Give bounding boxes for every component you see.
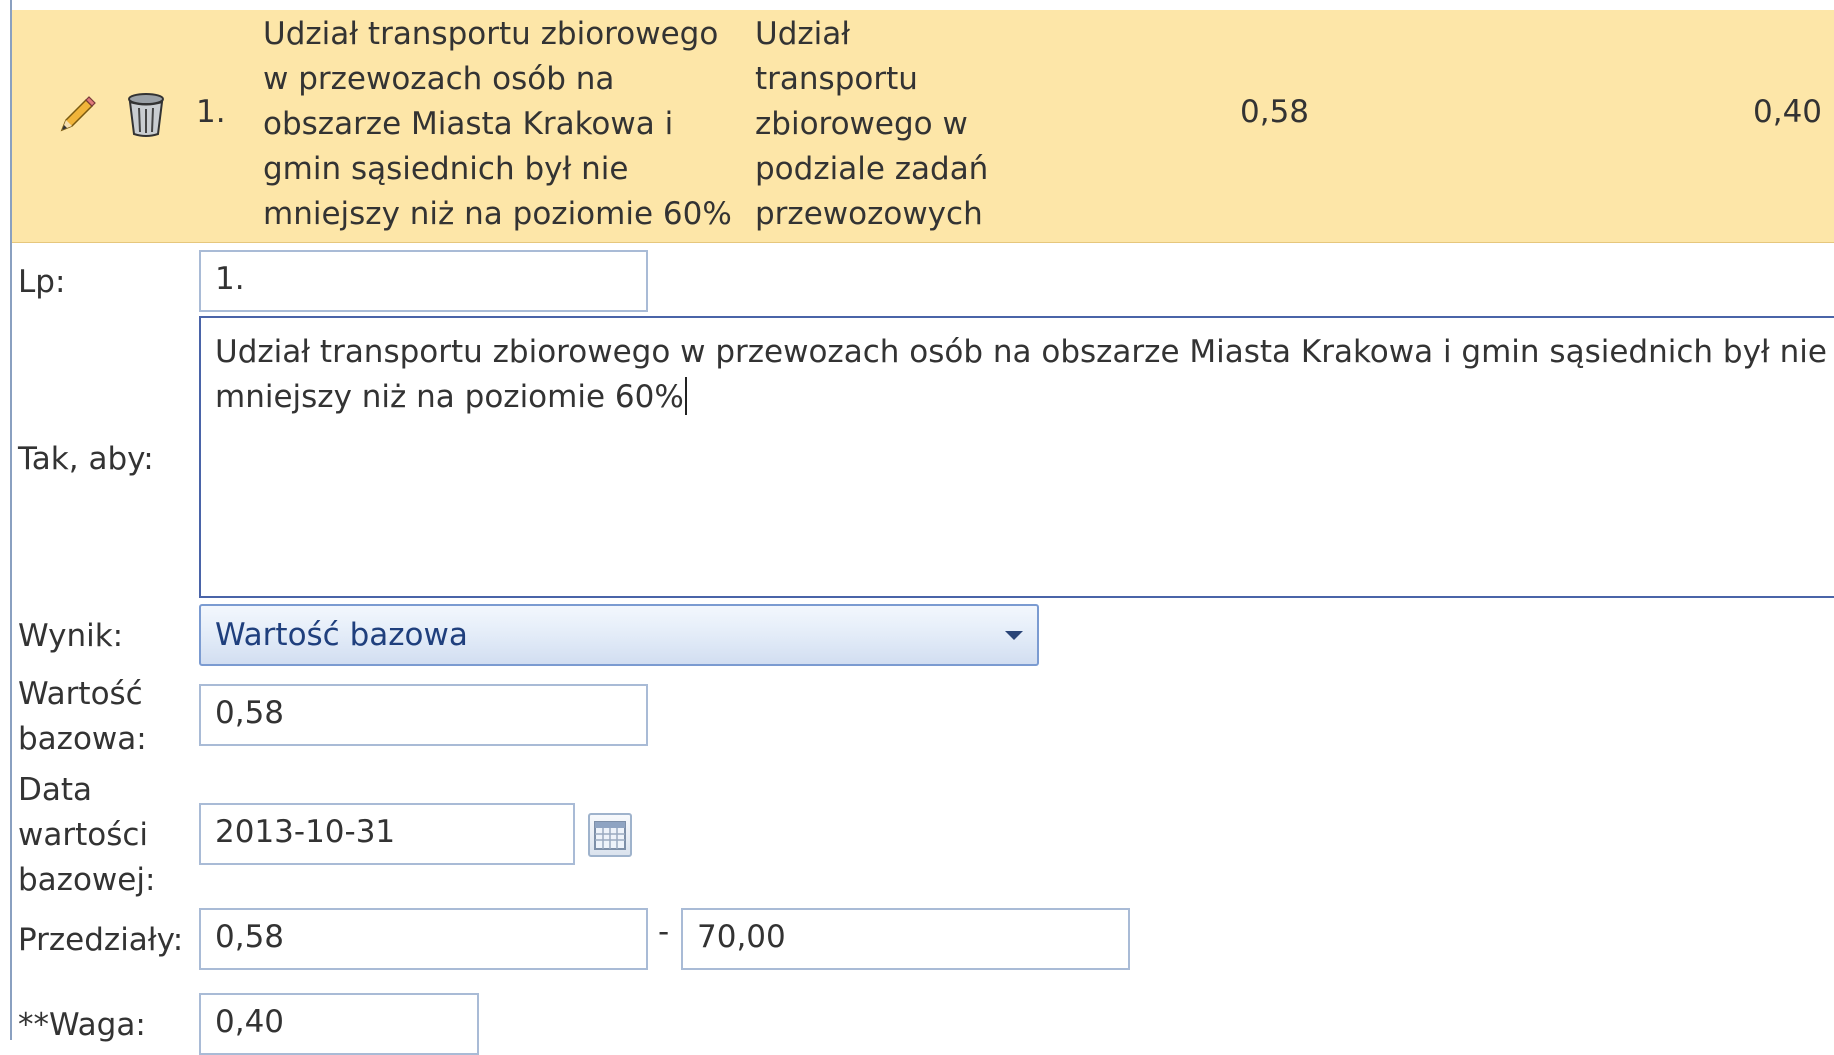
waga-label: **Waga: — [18, 1007, 146, 1043]
text-cursor — [684, 377, 687, 415]
wartosc-bazowa-label-line: bazowa: — [18, 721, 147, 757]
row-description-line: obszarze Miasta Krakowa i — [263, 106, 674, 142]
row-description-line: w przewozach osób na — [263, 61, 615, 97]
trash-icon[interactable] — [124, 90, 168, 138]
wynik-select[interactable]: Wartość bazowa — [199, 604, 1039, 666]
row-description-line: Udział transportu zbiorowego — [263, 16, 719, 52]
tak-aby-label: Tak, aby: — [18, 441, 154, 477]
wynik-selected-value: Wartość bazowa — [215, 617, 468, 653]
table-row-selected[interactable]: 1. Udział transportu zbiorowego w przewo… — [12, 10, 1834, 243]
row-description-line: mniejszy niż na poziomie 60% — [263, 196, 732, 232]
row-indicator-line: przewozowych — [755, 196, 983, 232]
row-number: 1. — [196, 94, 226, 130]
calendar-icon — [594, 821, 626, 850]
wynik-label: Wynik: — [18, 618, 124, 654]
chevron-down-icon[interactable] — [1005, 631, 1023, 640]
row-base-value: 0,58 — [1240, 94, 1310, 130]
row-weight: 0,40 — [1753, 94, 1823, 130]
row-description: Udział transportu zbiorowego w przewozac… — [263, 12, 732, 237]
calendar-button[interactable] — [588, 813, 632, 857]
row-indicator-line: transportu — [755, 61, 918, 97]
data-wartosci-label-line: wartości — [18, 817, 149, 853]
data-wartosci-input[interactable]: 2013-10-31 — [199, 803, 575, 865]
tak-aby-text-line: Udział transportu zbiorowego w przewozac… — [215, 334, 1827, 370]
row-indicator-line: Udział — [755, 16, 851, 52]
wartosc-bazowa-input[interactable]: 0,58 — [199, 684, 648, 746]
data-wartosci-label-line: bazowej: — [18, 862, 156, 898]
tak-aby-text-line-2-content: mniejszy niż na poziomie 60% — [215, 379, 684, 415]
wartosc-bazowa-label-line: Wartość — [18, 676, 143, 712]
pencil-icon[interactable] — [54, 92, 98, 136]
przedzialy-to-input[interactable]: 70,00 — [681, 908, 1130, 970]
waga-input[interactable]: 0,40 — [199, 993, 479, 1055]
lp-label: Lp: — [18, 264, 66, 300]
row-description-line: gmin sąsiednich był nie — [263, 151, 629, 187]
lp-input[interactable]: 1. — [199, 250, 648, 312]
row-indicator-line: podziale zadań — [755, 151, 989, 187]
row-indicator-line: zbiorowego w — [755, 106, 968, 142]
przedzialy-label: Przedziały: — [18, 922, 184, 958]
row-indicator: Udział transportu zbiorowego w podziale … — [755, 12, 988, 237]
range-separator: - — [658, 914, 670, 950]
tak-aby-textarea[interactable]: Udział transportu zbiorowego w przewozac… — [199, 316, 1834, 598]
top-strip — [0, 0, 1834, 10]
data-wartosci-label-line: Data — [18, 772, 93, 808]
przedzialy-from-input[interactable]: 0,58 — [199, 908, 648, 970]
tak-aby-text-line-2: mniejszy niż na poziomie 60% — [215, 375, 1833, 420]
